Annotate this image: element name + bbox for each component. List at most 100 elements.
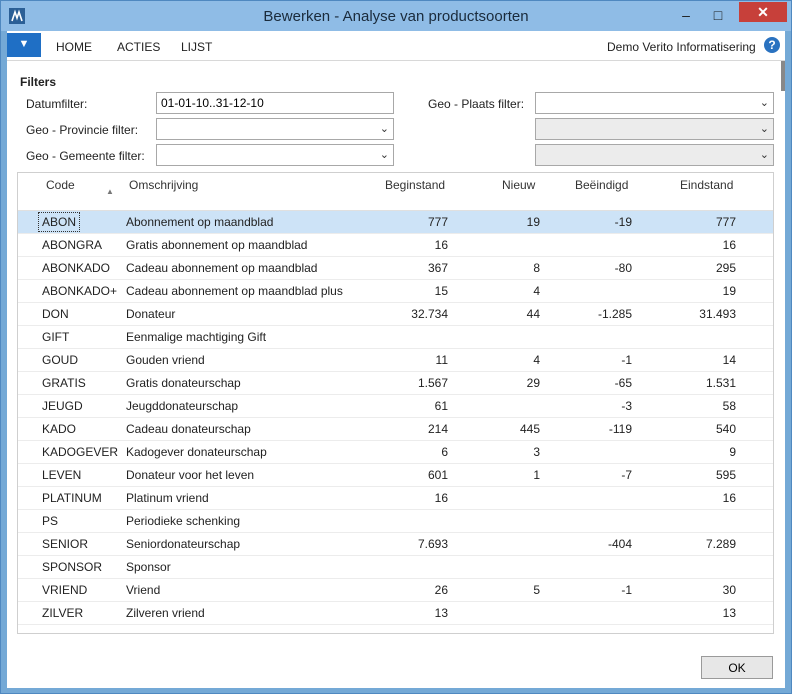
code-cell: GRATIS <box>42 376 86 390</box>
start-count-cell: 16 <box>434 238 448 252</box>
start-count-cell: 7.693 <box>417 537 448 551</box>
description-cell: Gouden vriend <box>126 353 205 367</box>
table-row[interactable]: GOUD Gouden vriend 11 4 -1 14 <box>18 349 773 372</box>
maximize-button[interactable]: □ <box>705 7 731 25</box>
description-cell: Gratis abonnement op maandblad <box>126 238 308 252</box>
dialog-window: Bewerken - Analyse van productsoorten – … <box>0 0 792 694</box>
description-cell: Abonnement op maandblad <box>126 215 274 229</box>
chevron-down-icon: ⌄ <box>379 123 389 135</box>
ended-count-cell: -119 <box>608 422 632 436</box>
ended-count-cell: -65 <box>614 376 632 390</box>
dialog-content: ▼ HOME ACTIES LIJST Demo Verito Informat… <box>7 31 785 688</box>
table-row[interactable]: GIFT Eenmalige machtiging Gift <box>18 326 773 349</box>
app-menu-button[interactable]: ▼ <box>7 33 41 57</box>
new-count-cell: 3 <box>533 445 540 459</box>
new-count-cell: 29 <box>526 376 540 390</box>
description-cell: Sponsor <box>126 560 171 574</box>
end-count-cell: 13 <box>722 606 736 620</box>
municipality-filter-select[interactable]: ⌄ <box>156 144 394 166</box>
description-cell: Jeugddonateurschap <box>126 399 239 413</box>
table-row[interactable]: LEVEN Donateur voor het leven 601 1 -7 595 <box>18 464 773 487</box>
product-type-table: Code ▲ Omschrijving Beginstand Nieuw Beë… <box>17 172 774 634</box>
ended-count-cell: -19 <box>614 215 632 229</box>
table-body: ABON Abonnement op maandblad 777 19 -19 777 AB… <box>18 211 773 625</box>
province-filter-select[interactable]: ⌄ <box>156 118 394 140</box>
table-row[interactable]: DON Donateur 32.734 44 -1.285 31.493 <box>18 303 773 326</box>
new-count-cell: 1 <box>533 468 540 482</box>
table-header: Code ▲ Omschrijving Beginstand Nieuw Beë… <box>18 173 773 211</box>
place-filter-label: Geo - Plaats filter: <box>428 97 525 111</box>
table-row[interactable]: SPONSOR Sponsor <box>18 556 773 579</box>
chevron-down-icon: ⌄ <box>759 123 769 135</box>
table-row[interactable]: PLATINUM Platinum vriend 16 16 <box>18 487 773 510</box>
end-count-cell: 30 <box>722 583 736 597</box>
table-row[interactable]: ZILVER Zilveren vriend 13 13 <box>18 602 773 625</box>
end-count-cell: 1.531 <box>705 376 736 390</box>
start-count-cell: 6 <box>441 445 448 459</box>
end-count-cell: 540 <box>715 422 736 436</box>
end-count-cell: 295 <box>715 261 736 275</box>
start-count-cell: 777 <box>427 215 448 229</box>
chevron-down-icon: ⌄ <box>759 97 769 109</box>
company-name: Demo Verito Informatisering <box>607 40 756 54</box>
end-count-cell: 14 <box>722 353 736 367</box>
start-count-cell: 32.734 <box>411 307 448 321</box>
scrollbar[interactable] <box>781 61 785 91</box>
new-count-cell: 44 <box>526 307 540 321</box>
help-icon[interactable]: ? <box>764 37 780 53</box>
table-row[interactable]: KADOGEVER Kadogever donateurschap 6 3 9 <box>18 441 773 464</box>
column-header-start[interactable]: Beginstand <box>385 178 445 192</box>
description-cell: Cadeau abonnement op maandblad plus <box>126 284 343 298</box>
code-cell: KADO <box>42 422 77 436</box>
code-cell: GOUD <box>42 353 78 367</box>
end-count-cell: 31.493 <box>699 307 736 321</box>
new-count-cell: 4 <box>533 353 540 367</box>
start-count-cell: 15 <box>434 284 448 298</box>
column-header-description[interactable]: Omschrijving <box>129 178 198 192</box>
end-count-cell: 19 <box>722 284 736 298</box>
table-row[interactable]: VRIEND Vriend 26 5 -1 30 <box>18 579 773 602</box>
table-row[interactable]: JEUGD Jeugddonateurschap 61 -3 58 <box>18 395 773 418</box>
title-bar[interactable]: Bewerken - Analyse van productsoorten – … <box>1 1 791 31</box>
code-cell: ABON <box>38 212 81 232</box>
tab-home[interactable]: HOME <box>56 40 92 54</box>
tab-acties[interactable]: ACTIES <box>117 40 160 54</box>
close-button[interactable]: ✕ <box>739 2 787 22</box>
disabled-filter-select: ⌄ <box>535 144 774 166</box>
date-filter-input[interactable] <box>156 92 394 114</box>
table-row[interactable]: PS Periodieke schenking <box>18 510 773 533</box>
place-filter-select[interactable]: ⌄ <box>535 92 774 114</box>
new-count-cell: 4 <box>533 284 540 298</box>
new-count-cell: 19 <box>526 215 540 229</box>
filters-heading: Filters <box>20 75 57 89</box>
code-cell: ZILVER <box>42 606 84 620</box>
column-header-end[interactable]: Eindstand <box>680 178 733 192</box>
ended-count-cell: -1.285 <box>597 307 632 321</box>
code-cell: PS <box>42 514 59 528</box>
end-count-cell: 16 <box>722 238 736 252</box>
code-cell: JEUGD <box>42 399 83 413</box>
table-row[interactable]: GRATIS Gratis donateurschap 1.567 29 -65 1.53… <box>18 372 773 395</box>
table-row[interactable]: SENIOR Seniordonateurschap 7.693 -404 7.289 <box>18 533 773 556</box>
sort-ascending-icon: ▲ <box>106 187 114 196</box>
end-count-cell: 595 <box>715 468 736 482</box>
table-row[interactable]: ABON Abonnement op maandblad 777 19 -19 777 <box>18 211 773 234</box>
new-count-cell: 8 <box>533 261 540 275</box>
column-header-ended[interactable]: Beëindigd <box>575 178 628 192</box>
column-header-code[interactable]: Code <box>46 178 75 192</box>
ended-count-cell: -80 <box>614 261 632 275</box>
tab-lijst[interactable]: LIJST <box>181 40 212 54</box>
minimize-button[interactable]: – <box>673 7 699 25</box>
table-row[interactable]: ABONGRA Gratis abonnement op maandblad 16 1… <box>18 234 773 257</box>
table-row[interactable]: KADO Cadeau donateurschap 214 445 -119 540 <box>18 418 773 441</box>
ok-button[interactable]: OK <box>701 656 773 679</box>
description-cell: Seniordonateurschap <box>126 537 241 551</box>
description-cell: Zilveren vriend <box>126 606 205 620</box>
description-cell: Donateur voor het leven <box>126 468 255 482</box>
code-cell: KADOGEVER <box>42 445 119 459</box>
description-cell: Donateur <box>126 307 176 321</box>
table-row[interactable]: ABONKADO+ Cadeau abonnement op maandblad … <box>18 280 773 303</box>
table-row[interactable]: ABONKADO Cadeau abonnement op maandblad 36… <box>18 257 773 280</box>
code-cell: LEVEN <box>42 468 82 482</box>
column-header-new[interactable]: Nieuw <box>502 178 535 192</box>
